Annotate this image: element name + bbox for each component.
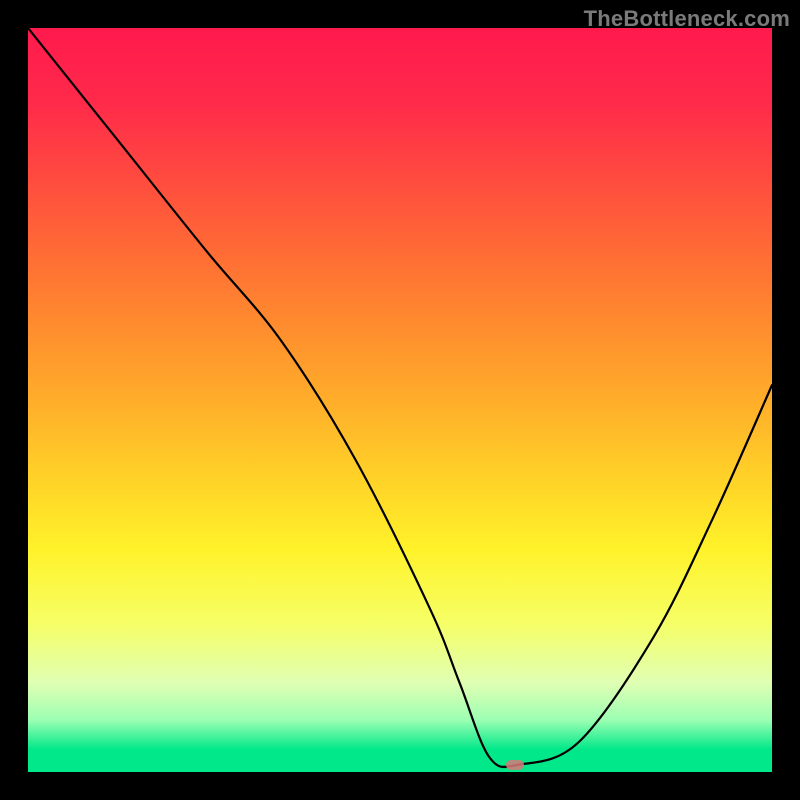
- chart-frame: TheBottleneck.com: [0, 0, 800, 800]
- bottleneck-curve: [28, 28, 772, 772]
- watermark-text: TheBottleneck.com: [584, 6, 790, 32]
- plot-area: [28, 28, 772, 772]
- optimal-marker: [506, 760, 524, 770]
